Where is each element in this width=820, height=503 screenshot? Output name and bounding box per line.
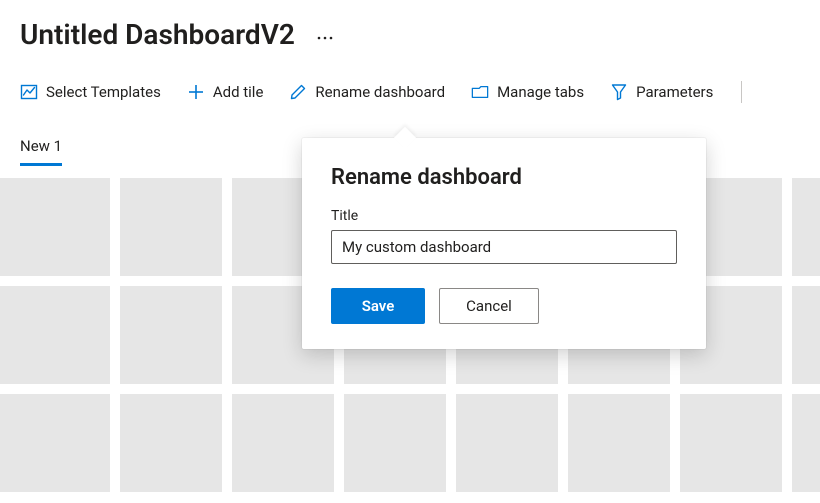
title-field-label: Title xyxy=(331,208,677,224)
toolbar-label: Manage tabs xyxy=(497,83,584,101)
grid-tile[interactable] xyxy=(568,394,670,492)
dialog-actions: Save Cancel xyxy=(331,288,677,324)
grid-tile[interactable] xyxy=(792,178,820,276)
grid-tile[interactable] xyxy=(344,394,446,492)
title-input[interactable] xyxy=(331,230,677,264)
grid-tile[interactable] xyxy=(0,286,110,384)
toolbar-label: Rename dashboard xyxy=(315,83,445,101)
tab-label: New 1 xyxy=(20,137,62,155)
rename-dashboard-dialog: Rename dashboard Title Save Cancel xyxy=(302,138,706,349)
grid-tile[interactable] xyxy=(0,394,110,492)
cancel-button[interactable]: Cancel xyxy=(439,288,539,324)
tab-new-1[interactable]: New 1 xyxy=(20,137,62,166)
pencil-icon xyxy=(289,83,307,101)
funnel-icon xyxy=(610,83,628,101)
page-title: Untitled DashboardV2 xyxy=(20,18,295,51)
tabs-icon xyxy=(471,83,489,101)
add-tile-button[interactable]: Add tile xyxy=(187,83,264,101)
parameters-button[interactable]: Parameters xyxy=(610,83,713,101)
toolbar-label: Parameters xyxy=(636,83,713,101)
grid-tile[interactable] xyxy=(456,394,558,492)
grid-tile[interactable] xyxy=(232,394,334,492)
select-templates-button[interactable]: Select Templates xyxy=(20,83,161,101)
grid-tile[interactable] xyxy=(792,286,820,384)
grid-tile[interactable] xyxy=(680,394,782,492)
toolbar-label: Select Templates xyxy=(46,83,161,101)
dialog-title: Rename dashboard xyxy=(331,165,677,190)
toolbar-label: Add tile xyxy=(213,83,264,101)
more-icon[interactable] xyxy=(313,26,337,50)
rename-dashboard-button[interactable]: Rename dashboard xyxy=(289,83,445,101)
grid-tile[interactable] xyxy=(792,394,820,492)
templates-icon xyxy=(20,83,38,101)
toolbar-divider xyxy=(741,81,742,103)
grid-tile[interactable] xyxy=(120,286,222,384)
grid-tile[interactable] xyxy=(120,394,222,492)
toolbar: Select Templates Add tile Rename dashboa… xyxy=(0,51,820,103)
grid-tile[interactable] xyxy=(0,178,110,276)
grid-tile[interactable] xyxy=(120,178,222,276)
save-button[interactable]: Save xyxy=(331,288,425,324)
title-bar: Untitled DashboardV2 xyxy=(0,0,820,51)
manage-tabs-button[interactable]: Manage tabs xyxy=(471,83,584,101)
plus-icon xyxy=(187,83,205,101)
